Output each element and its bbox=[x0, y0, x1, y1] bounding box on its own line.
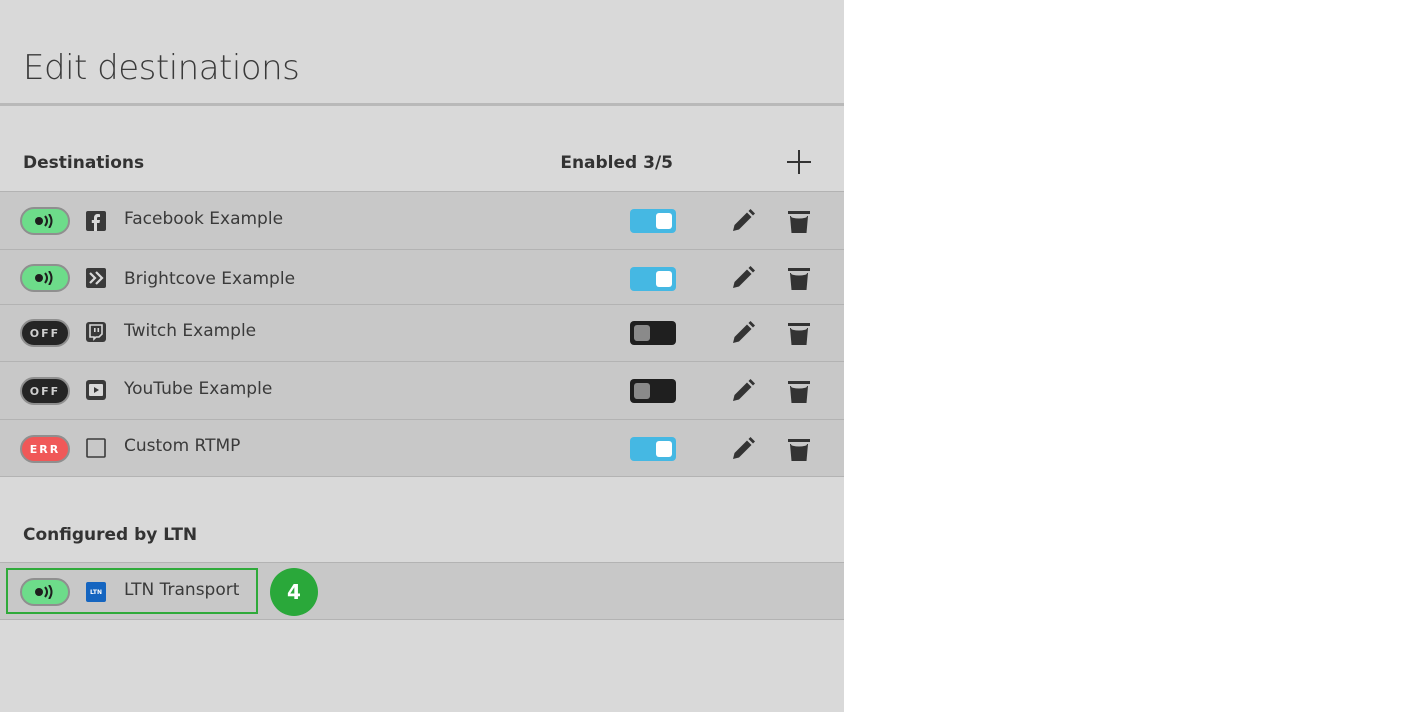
twitch-icon bbox=[86, 322, 106, 342]
trash-icon bbox=[788, 381, 810, 403]
edit-button[interactable] bbox=[730, 436, 756, 462]
delete-button[interactable] bbox=[786, 320, 812, 346]
broadcast-icon bbox=[35, 271, 53, 285]
destination-row: ERR Custom RTMP bbox=[0, 419, 844, 477]
status-live-pill[interactable] bbox=[20, 264, 70, 292]
callout-highlight-box bbox=[6, 568, 258, 614]
edit-button[interactable] bbox=[730, 320, 756, 346]
delete-button[interactable] bbox=[786, 265, 812, 291]
enabled-toggle[interactable] bbox=[630, 267, 676, 291]
callout-number-badge: 4 bbox=[270, 568, 318, 616]
destination-row: OFF Twitch Example bbox=[0, 304, 844, 361]
page-title: Edit destinations bbox=[23, 48, 300, 88]
trash-icon bbox=[788, 268, 810, 290]
pencil-icon bbox=[733, 437, 755, 459]
delete-button[interactable] bbox=[786, 436, 812, 462]
title-divider bbox=[0, 103, 844, 106]
add-destination-button[interactable] bbox=[786, 149, 812, 175]
destination-name: YouTube Example bbox=[124, 379, 273, 399]
custom-rtmp-icon bbox=[86, 438, 106, 458]
enabled-count: Enabled 3/5 bbox=[560, 153, 673, 173]
edit-button[interactable] bbox=[730, 378, 756, 404]
destination-name: Twitch Example bbox=[124, 321, 257, 341]
edit-destinations-panel: Edit destinations Destinations Enabled 3… bbox=[0, 0, 844, 712]
trash-icon bbox=[788, 211, 810, 233]
enabled-toggle[interactable] bbox=[630, 321, 676, 345]
pencil-icon bbox=[733, 379, 755, 401]
edit-button[interactable] bbox=[730, 265, 756, 291]
destination-name: Facebook Example bbox=[124, 209, 284, 229]
broadcast-icon bbox=[35, 214, 53, 228]
facebook-icon bbox=[86, 211, 106, 231]
destinations-section-label: Destinations bbox=[23, 153, 145, 173]
status-live-pill[interactable] bbox=[20, 207, 70, 235]
status-error-pill[interactable]: ERR bbox=[20, 435, 70, 463]
trash-icon bbox=[788, 439, 810, 461]
destination-row: Brightcove Example bbox=[0, 249, 844, 304]
edit-button[interactable] bbox=[730, 208, 756, 234]
pencil-icon bbox=[733, 321, 755, 343]
destination-row: OFF YouTube Example bbox=[0, 361, 844, 419]
configured-section-label: Configured by LTN bbox=[23, 525, 198, 545]
destination-row: Facebook Example bbox=[0, 191, 844, 249]
youtube-icon bbox=[86, 380, 106, 400]
enabled-toggle[interactable] bbox=[630, 437, 676, 461]
pencil-icon bbox=[733, 209, 755, 231]
delete-button[interactable] bbox=[786, 378, 812, 404]
destinations-header: Destinations Enabled 3/5 bbox=[0, 143, 844, 183]
destination-name: Custom RTMP bbox=[124, 436, 241, 456]
destination-name: Brightcove Example bbox=[124, 269, 296, 289]
enabled-toggle[interactable] bbox=[630, 209, 676, 233]
brightcove-icon bbox=[86, 268, 106, 288]
enabled-toggle[interactable] bbox=[630, 379, 676, 403]
delete-button[interactable] bbox=[786, 208, 812, 234]
pencil-icon bbox=[733, 266, 755, 288]
status-off-pill[interactable]: OFF bbox=[20, 319, 70, 347]
trash-icon bbox=[788, 323, 810, 345]
configured-header: Configured by LTN bbox=[0, 515, 844, 555]
status-off-pill[interactable]: OFF bbox=[20, 377, 70, 405]
